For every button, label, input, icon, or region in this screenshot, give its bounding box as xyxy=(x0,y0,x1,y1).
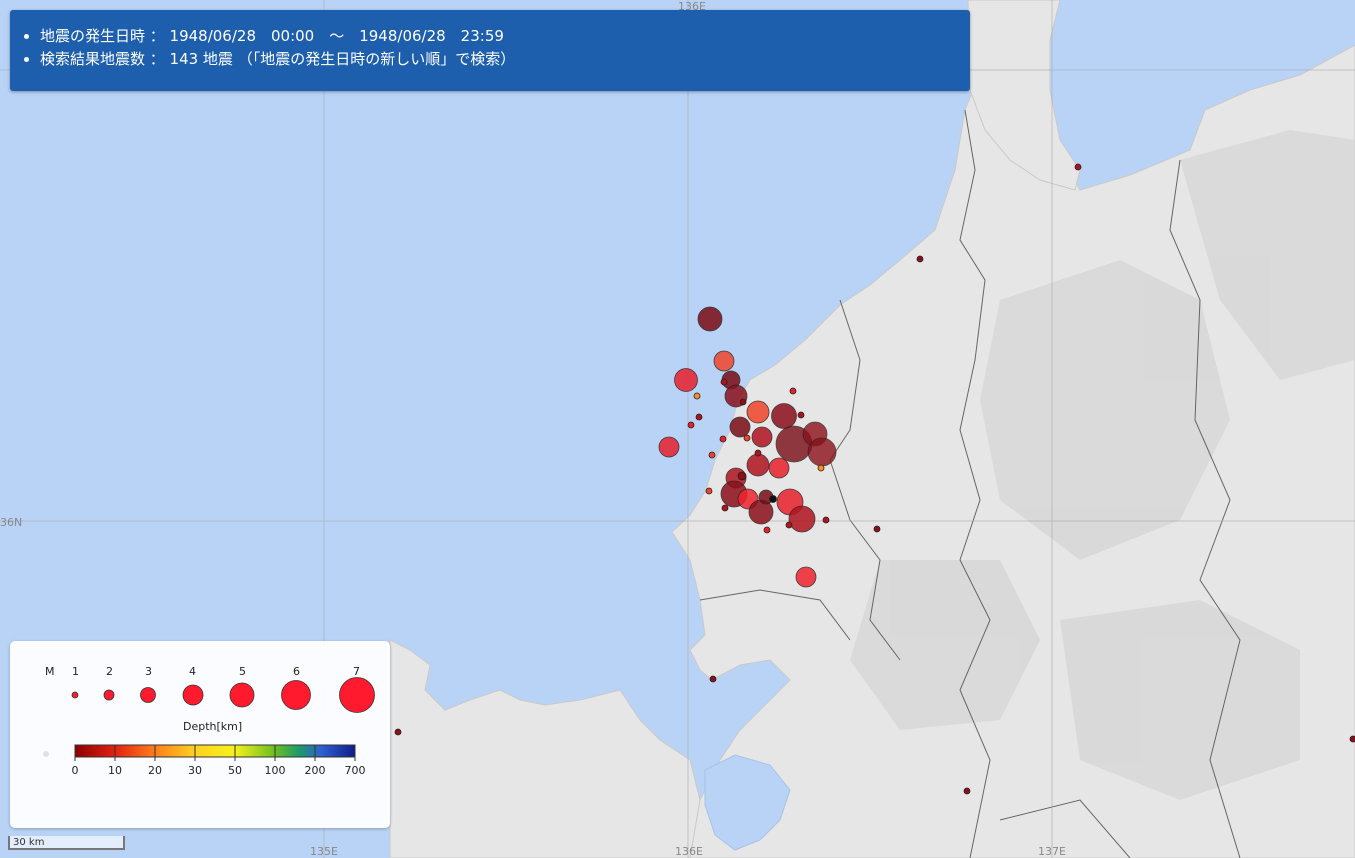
quake-marker xyxy=(721,504,729,512)
quake-marker xyxy=(687,421,695,429)
quake-marker xyxy=(720,378,728,386)
quake-marker xyxy=(754,449,762,457)
quake-marker xyxy=(737,471,747,481)
legend-circle-m6 xyxy=(281,680,311,710)
depth-label-200: 200 xyxy=(304,764,326,777)
quake-marker xyxy=(746,453,770,477)
search-info-panel: 地震の発生日時 ： 1948/06/28 00:00 ～ 1948/06/28 … xyxy=(10,10,970,91)
quake-marker xyxy=(708,451,716,459)
quake-marker xyxy=(768,457,790,479)
quake-marker xyxy=(873,525,881,533)
quake-marker xyxy=(658,436,680,458)
graticule-label-136e: 136E xyxy=(675,845,703,858)
quake-marker xyxy=(769,495,777,503)
depth-label-50: 50 xyxy=(228,764,242,777)
quake-marker xyxy=(1349,735,1355,743)
quake-marker xyxy=(695,413,703,421)
legend-depth-title: Depth[km] xyxy=(183,720,243,733)
depth-label-0: 0 xyxy=(71,764,79,777)
quake-marker xyxy=(748,499,774,525)
depth-label-20: 20 xyxy=(148,764,162,777)
legend-circle-m1 xyxy=(71,691,79,699)
depth-label-100: 100 xyxy=(264,764,286,777)
quake-marker xyxy=(797,411,805,419)
quake-marker xyxy=(1074,163,1082,171)
quake-marker xyxy=(771,403,797,429)
depth-label-30: 30 xyxy=(188,764,202,777)
quake-marker xyxy=(697,306,723,332)
quake-marker xyxy=(705,487,713,495)
quake-marker xyxy=(963,787,971,795)
info-date-range: 地震の発生日時 ： 1948/06/28 00:00 ～ 1948/06/28 … xyxy=(40,25,970,48)
quake-marker xyxy=(795,566,817,588)
legend-graphics xyxy=(43,677,375,761)
depth-colorbar xyxy=(74,744,356,758)
depth-label-10: 10 xyxy=(108,764,122,777)
info-result-count: 検索結果地震数 ： 143 地震 （「地震の発生日時の新しい順」で検索） xyxy=(40,48,970,71)
legend-ghost-dot xyxy=(43,751,49,757)
quake-marker xyxy=(709,675,717,683)
quake-marker xyxy=(822,516,830,524)
graticule-label-137e: 137E xyxy=(1038,845,1066,858)
quake-marker xyxy=(789,387,797,395)
quake-marker xyxy=(785,521,793,529)
quake-marker xyxy=(719,435,727,443)
legend-circle-m5 xyxy=(229,682,255,708)
quake-marker xyxy=(739,398,747,406)
legend-panel: M 1 2 3 4 5 6 7 Depth[km] 0 10 20 30 50 … xyxy=(10,641,390,828)
scale-label: 30 km xyxy=(13,837,45,848)
quake-marker xyxy=(788,505,816,533)
quake-marker xyxy=(729,416,751,438)
quake-marker xyxy=(743,434,751,442)
quake-marker xyxy=(817,464,825,472)
legend-circle-m7 xyxy=(339,677,375,713)
legend-circle-m2 xyxy=(103,689,115,701)
depth-label-700: 700 xyxy=(344,764,366,777)
quake-marker xyxy=(693,392,701,400)
quake-marker xyxy=(763,526,771,534)
quake-marker xyxy=(713,350,735,372)
quake-marker xyxy=(807,437,837,467)
graticule-label-36n: 36N xyxy=(0,516,23,529)
legend-circle-m3 xyxy=(140,687,156,703)
quake-marker xyxy=(394,728,402,736)
quake-marker xyxy=(916,255,924,263)
legend-circle-m4 xyxy=(182,684,204,706)
legend-magnitude-circles xyxy=(71,677,375,713)
quake-marker xyxy=(751,426,773,448)
quake-marker xyxy=(674,368,698,392)
quake-marker xyxy=(746,400,770,424)
scale-bar: 30 km xyxy=(8,836,125,850)
graticule-label-135e: 135E xyxy=(310,845,338,858)
